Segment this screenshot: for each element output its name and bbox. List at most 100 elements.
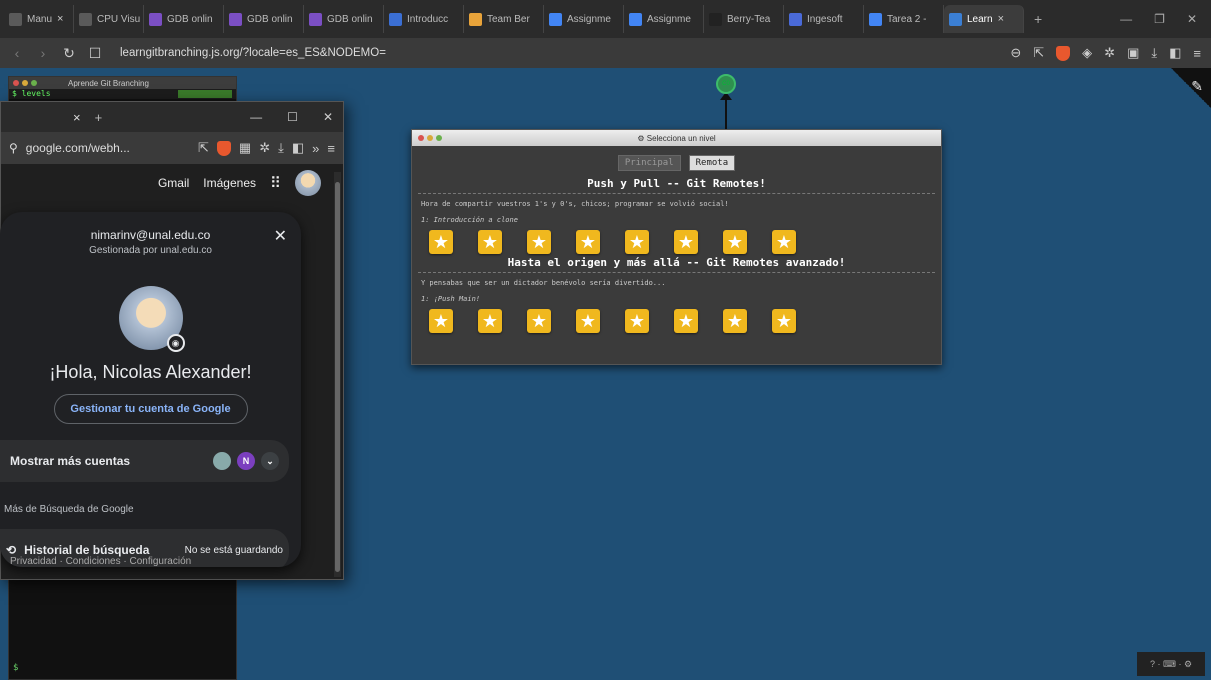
zoom-dot-icon <box>31 80 37 86</box>
pin-icon[interactable]: ✎ <box>1191 78 1203 95</box>
level-star-icon[interactable]: ★ <box>429 309 453 333</box>
images-link[interactable]: Imágenes <box>203 176 256 190</box>
level-row: ★ ★ ★ ★ ★ ★ ★ ★ <box>412 224 941 254</box>
address-bar: ‹ › ↻ ☐ learngitbranching.js.org/?locale… <box>0 38 1211 68</box>
brave-shield-icon[interactable] <box>216 140 231 156</box>
sidebar-icon[interactable]: ◧ <box>292 140 304 156</box>
more-search-label: Más de Búsqueda de Google <box>4 504 134 515</box>
browser-tab[interactable]: Introducc <box>384 5 464 33</box>
download-icon[interactable]: ⤓ <box>1151 45 1157 61</box>
wallet-icon[interactable]: ▣ <box>1127 45 1139 61</box>
bookmark-icon[interactable]: ☐ <box>88 45 102 62</box>
level-star-icon[interactable]: ★ <box>527 309 551 333</box>
terminal-prompt[interactable]: $ <box>13 663 18 673</box>
level-star-icon[interactable]: ★ <box>576 230 600 254</box>
browser-tab[interactable]: GDB onlin <box>304 5 384 33</box>
share-icon[interactable]: ⇱ <box>1033 45 1044 61</box>
browser-tab[interactable]: CPU Visu <box>74 5 144 33</box>
puzzle-icon[interactable]: ✲ <box>259 140 270 156</box>
google-header: Gmail Imágenes ⠿ <box>1 164 343 202</box>
level-star-icon[interactable]: ★ <box>723 230 747 254</box>
close-tab-icon[interactable]: × <box>57 13 63 25</box>
new-tab-icon[interactable]: + <box>1034 11 1042 27</box>
tab-label: Team Ber <box>487 13 530 25</box>
level-star-icon[interactable]: ★ <box>527 230 551 254</box>
commit-node[interactable]: C0 <box>716 74 736 94</box>
browser-tab[interactable]: Team Ber <box>464 5 544 33</box>
forward-icon[interactable]: › <box>36 45 50 61</box>
close-icon[interactable]: ✕ <box>274 226 287 246</box>
gmail-link[interactable]: Gmail <box>158 176 189 190</box>
close-icon[interactable]: ✕ <box>323 110 333 124</box>
tab-label: Manu <box>27 13 53 25</box>
share-icon[interactable]: ⇱ <box>198 140 209 156</box>
minimize-icon[interactable]: — <box>1120 12 1132 26</box>
tab-label: Berry-Tea <box>727 13 771 25</box>
close-tab-icon[interactable]: × <box>998 13 1004 25</box>
more-accounts-avatars: N ⌄ <box>213 452 279 470</box>
extensions-icon[interactable]: ✲ <box>1104 45 1115 61</box>
zoom-icon[interactable]: ⊖ <box>1010 45 1021 61</box>
level-star-icon[interactable]: ★ <box>723 309 747 333</box>
level-star-icon[interactable]: ★ <box>625 309 649 333</box>
apps-grid-icon[interactable]: ⠿ <box>270 174 281 192</box>
brave-shield-icon[interactable] <box>1056 45 1071 61</box>
commit-node-label: C0 <box>722 81 730 87</box>
more-icon[interactable]: » <box>312 141 319 156</box>
help-toolbar[interactable]: ? · ⌨ · ⚙ <box>1137 652 1205 676</box>
level-star-icon[interactable]: ★ <box>772 309 796 333</box>
vpn-icon[interactable]: ◈ <box>1082 45 1092 61</box>
close-tab-icon[interactable]: × <box>73 110 81 125</box>
drive-icon <box>469 12 482 26</box>
tab-principal[interactable]: Principal <box>617 155 681 171</box>
more-accounts-row[interactable]: Mostrar más cuentas N ⌄ <box>0 440 289 482</box>
level-star-icon[interactable]: ★ <box>674 309 698 333</box>
site-settings-icon[interactable]: ⚲ <box>9 141 18 155</box>
menu-icon[interactable]: ≡ <box>1193 46 1201 61</box>
window-url-field[interactable]: google.com/webh... <box>26 141 130 155</box>
scrollbar-thumb[interactable] <box>335 182 340 572</box>
level-star-icon[interactable]: ★ <box>674 230 698 254</box>
manage-account-button[interactable]: Gestionar tu cuenta de Google <box>53 394 248 424</box>
account-avatar[interactable]: ◉ <box>118 286 185 352</box>
browser-tab[interactable]: Learn × <box>944 5 1024 33</box>
browser-tab[interactable]: Tarea 2 - <box>864 5 944 33</box>
menu-icon[interactable]: ≡ <box>327 141 335 156</box>
browser-tab[interactable]: GDB onlin <box>144 5 224 33</box>
close-icon[interactable]: ✕ <box>1187 12 1197 26</box>
tab-label: Assignme <box>647 13 691 25</box>
tab-remota[interactable]: Remota <box>688 155 736 171</box>
browser-tab[interactable]: Manu × <box>4 5 74 33</box>
browser-tab[interactable]: Assignme <box>544 5 624 33</box>
extension-icon[interactable]: ▦ <box>239 140 251 156</box>
camera-icon[interactable]: ◉ <box>166 334 185 352</box>
chevron-down-icon[interactable]: ⌄ <box>261 452 279 470</box>
back-icon[interactable]: ‹ <box>10 45 24 61</box>
minimize-icon[interactable]: — <box>250 110 262 124</box>
footer-links[interactable]: Privacidad · Condiciones · Configuración <box>10 556 191 567</box>
browser-tab[interactable]: Ingesoft <box>784 5 864 33</box>
level-star-icon[interactable]: ★ <box>772 230 796 254</box>
browser-tab-strip: Manu × CPU Visu GDB onlin GDB onlin GDB onlin… <box>0 0 1211 38</box>
sidebar-icon[interactable]: ◧ <box>1169 45 1181 61</box>
url-field[interactable]: learngitbranching.js.org/?locale=es_ES&N… <box>120 47 386 59</box>
dialog-titlebar: ⚙ Selecciona un nivel <box>412 130 941 146</box>
level-star-icon[interactable]: ★ <box>478 309 502 333</box>
download-icon[interactable]: ⤓ <box>278 140 284 156</box>
level-star-icon[interactable]: ★ <box>576 309 600 333</box>
browser-tab[interactable]: GDB onlin <box>224 5 304 33</box>
restore-icon[interactable]: ❐ <box>1154 12 1165 26</box>
window-address-bar: ⚲ google.com/webh... ⇱ ▦ ✲ ⤓ ◧ » ≡ <box>1 132 343 164</box>
level-star-icon[interactable]: ★ <box>429 230 453 254</box>
reload-icon[interactable]: ↻ <box>62 45 76 62</box>
new-tab-icon[interactable]: + <box>95 110 103 125</box>
maximize-icon[interactable]: ☐ <box>287 110 298 124</box>
avatar[interactable] <box>295 170 321 196</box>
dialog-tabs: Principal Remota <box>412 155 941 171</box>
level-star-icon[interactable]: ★ <box>625 230 649 254</box>
browser-tab[interactable]: Assignme <box>624 5 704 33</box>
level-star-icon[interactable]: ★ <box>478 230 502 254</box>
level-row: ★ ★ ★ ★ ★ ★ ★ ★ <box>412 303 941 333</box>
page-scrollbar[interactable] <box>334 172 341 577</box>
browser-tab[interactable]: Berry-Tea <box>704 5 784 33</box>
